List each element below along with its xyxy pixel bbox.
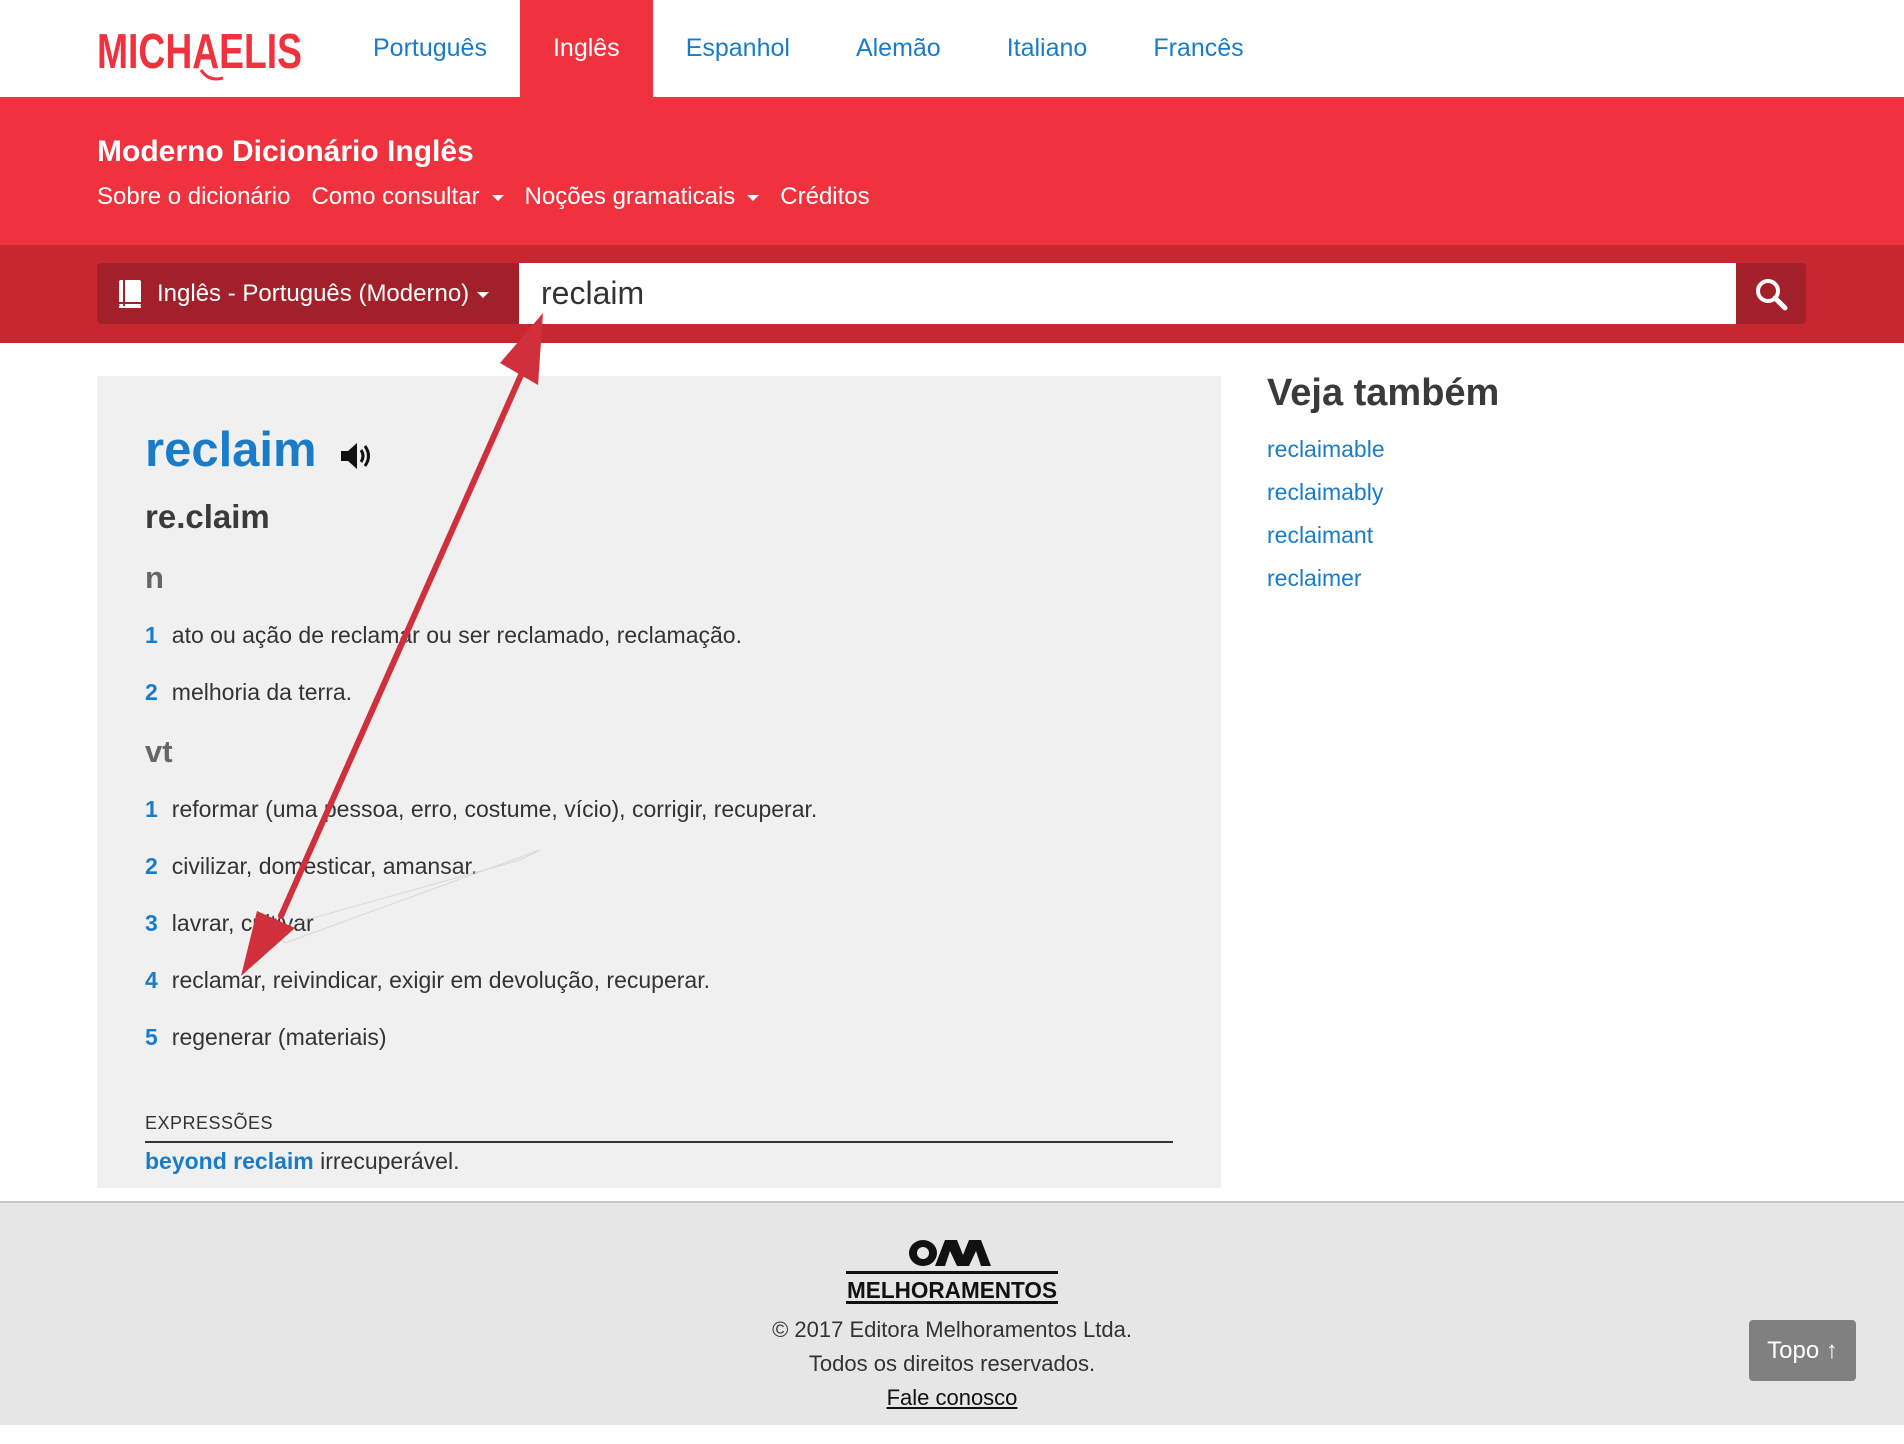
page: MICHAELIS Português Inglês Espanhol Alem…: [0, 0, 1904, 1444]
michaelis-logo[interactable]: MICHAELIS: [97, 20, 307, 82]
nav-tab-italiano[interactable]: Italiano: [974, 0, 1121, 97]
dictionary-title: Moderno Dicionário Inglês: [97, 135, 474, 168]
copyright-text: © 2017 Editora Melhoramentos Ltda.: [772, 1317, 1132, 1342]
definition-text: melhoria da terra.: [171, 679, 353, 705]
back-to-top-button[interactable]: Topo ↑: [1749, 1320, 1856, 1381]
publisher-logo-text: MELHORAMENTOS: [847, 1277, 1057, 1303]
see-also-link[interactable]: reclaimant: [1267, 519, 1385, 562]
definition-line: 4 reclamar, reivindicar, exigir em devolu…: [145, 967, 710, 994]
see-also-link[interactable]: reclaimer: [1267, 562, 1385, 605]
definition-number: 5: [145, 1024, 158, 1050]
definition-text: ato ou ação de reclamar ou ser reclamado…: [171, 622, 742, 648]
definition-text: reclamar, reivindicar, exigir em devoluç…: [171, 967, 710, 993]
subnav-label: Sobre o dicionário: [97, 183, 291, 210]
search-input[interactable]: [519, 263, 1736, 324]
definition-number: 2: [145, 679, 158, 705]
contact-link-wrapper: Fale conosco: [0, 1385, 1904, 1411]
book-icon: [119, 279, 141, 308]
language-nav: Português Inglês Espanhol Alemão Italian…: [340, 0, 1277, 97]
expression-meaning: irrecuperável.: [313, 1148, 460, 1174]
caret-down-icon: [477, 291, 490, 298]
melhoramentos-logo: MELHORAMENTOS: [846, 1240, 1058, 1304]
definition-line: 2 melhoria da terra.: [145, 679, 352, 706]
expressions-divider: [145, 1141, 1173, 1143]
caret-down-icon: [747, 195, 760, 201]
subnav-label: Como consultar: [311, 183, 480, 210]
logo-text: MICHAELIS: [97, 25, 302, 79]
expressions-heading: EXPRESSÕES: [145, 1113, 274, 1133]
nav-tab-portugues[interactable]: Português: [340, 0, 520, 97]
nav-tab-espanhol[interactable]: Espanhol: [653, 0, 823, 97]
part-of-speech: n: [145, 560, 164, 595]
subnav-label: Créditos: [780, 183, 870, 210]
see-also-link[interactable]: reclaimably: [1267, 476, 1385, 519]
nav-tab-alemao[interactable]: Alemão: [823, 0, 974, 97]
definition-text: civilizar, domesticar, amansar.: [171, 853, 478, 879]
definition-number: 4: [145, 967, 158, 993]
definition-number: 2: [145, 853, 158, 879]
definition-text: regenerar (materiais): [171, 1024, 387, 1050]
expression-phrase[interactable]: beyond reclaim: [145, 1148, 314, 1174]
caret-down-icon: [491, 195, 504, 201]
dictionary-header: Moderno Dicionário Inglês Sobre o dicion…: [0, 97, 1904, 245]
speaker-icon[interactable]: [339, 440, 375, 472]
definition-number: 3: [145, 910, 158, 936]
expression-item: beyond reclaim irrecuperável.: [145, 1148, 459, 1175]
dictionary-select-label: Inglês - Português (Moderno): [157, 279, 470, 307]
see-also-list: reclaimable reclaimably reclaimant recla…: [1267, 433, 1385, 605]
see-also-title: Veja também: [1267, 372, 1500, 414]
subnav-nocoes-gramaticais[interactable]: Noções gramaticais: [525, 183, 760, 211]
search-bar: Inglês - Português (Moderno): [0, 245, 1904, 343]
definition-line: 1 reformar (uma pessoa, erro, costume, ví…: [145, 796, 817, 823]
contact-link[interactable]: Fale conosco: [887, 1385, 1018, 1410]
subnav-sobre[interactable]: Sobre o dicionário: [97, 183, 290, 211]
search-icon: [1756, 278, 1788, 310]
entry-panel: reclaim re.claim n 1 ato ou ação de recla…: [97, 376, 1221, 1188]
dictionary-select[interactable]: Inglês - Português (Moderno): [97, 263, 519, 324]
syllabification: re.claim: [145, 498, 270, 535]
nav-tab-ingles[interactable]: Inglês: [519, 0, 653, 97]
subnav-como-consultar[interactable]: Como consultar: [311, 183, 504, 211]
definition-line: 1 ato ou ação de reclamar ou ser reclamad…: [145, 622, 742, 649]
nav-tab-frances[interactable]: Francês: [1120, 0, 1276, 97]
top-navigation: MICHAELIS Português Inglês Espanhol Alem…: [0, 0, 1904, 97]
headword: reclaim: [145, 423, 317, 477]
definition-line: 2 civilizar, domesticar, amansar.: [145, 853, 477, 880]
search-button[interactable]: [1736, 263, 1806, 324]
definition-text: reformar (uma pessoa, erro, costume, víc…: [171, 796, 818, 822]
see-also-link[interactable]: reclaimable: [1267, 433, 1385, 476]
definition-line: 5 regenerar (materiais): [145, 1024, 387, 1051]
definition-text: lavrar, cultivar: [171, 910, 314, 936]
part-of-speech: vt: [145, 734, 173, 769]
footer: MELHORAMENTOS © 2017 Editora Melhorament…: [0, 1201, 1904, 1425]
dictionary-subnav: Sobre o dicionário Como consultar Noções…: [97, 183, 870, 211]
definition-line: 3 lavrar, cultivar: [145, 910, 314, 937]
definition-number: 1: [145, 622, 158, 648]
definition-number: 1: [145, 796, 158, 822]
subnav-creditos[interactable]: Créditos: [780, 183, 869, 211]
rights-text: Todos os direitos reservados.: [808, 1351, 1096, 1376]
subnav-label: Noções gramaticais: [524, 183, 736, 210]
